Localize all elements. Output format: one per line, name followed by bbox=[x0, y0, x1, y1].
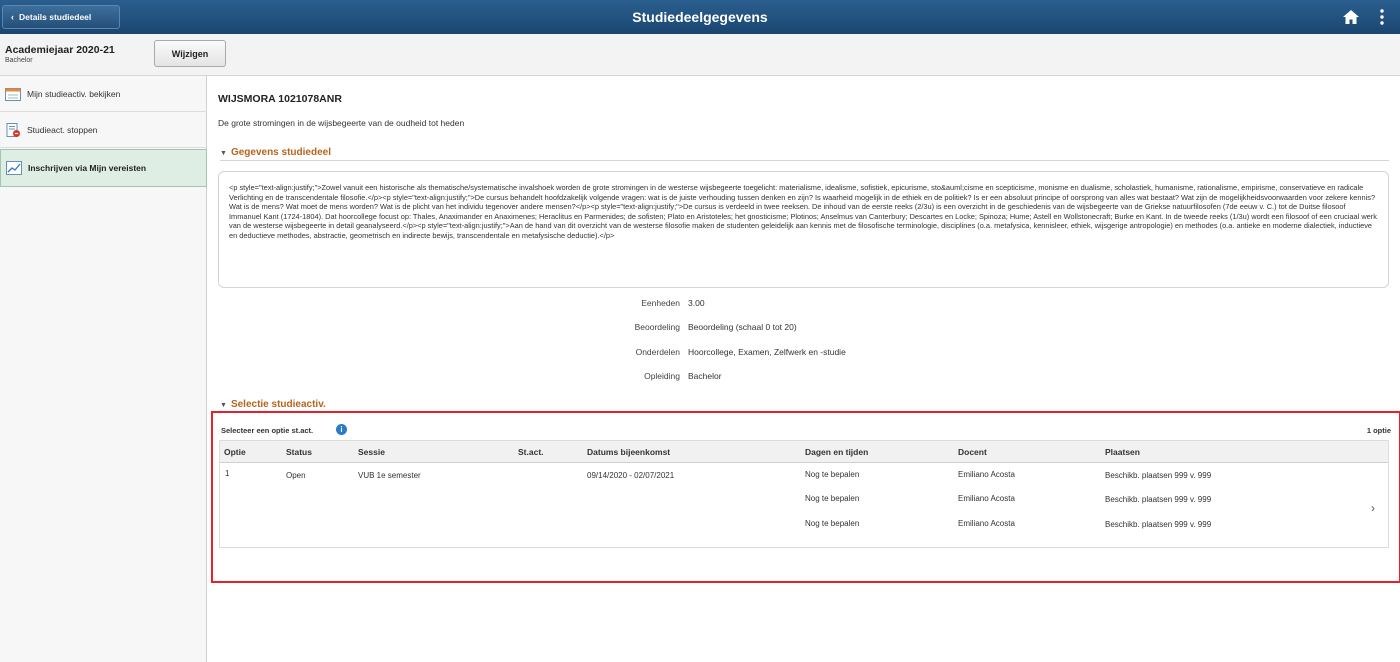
sidebar-item-label: Inschrijven via Mijn vereisten bbox=[28, 163, 147, 173]
cell-seats: Beschikb. plaatsen 999 v. 999 bbox=[1105, 495, 1212, 504]
sidebar-item-label: Mijn studieactiv. bekijken bbox=[27, 88, 121, 99]
grading-label: Beoordeling bbox=[634, 322, 680, 332]
cell-instructor: Emiliano Acosta bbox=[958, 470, 1015, 479]
section-title: Selectie studieactiv. bbox=[230, 399, 326, 410]
section-header-selection[interactable]: ▼ Selectie studieactiv. bbox=[220, 399, 326, 410]
sidebar: Mijn studieactiv. bekijken Studieact. st… bbox=[0, 76, 207, 662]
column-header-activity: St.act. bbox=[518, 447, 544, 457]
grading-value: Beoordeling (schaal 0 tot 20) bbox=[688, 322, 797, 332]
table-header: Optie Status Sessie St.act. Datums bijee… bbox=[220, 441, 1388, 463]
cell-seats: Beschikb. plaatsen 999 v. 999 bbox=[1105, 520, 1212, 529]
change-button[interactable]: Wijzigen bbox=[154, 40, 226, 67]
column-header-instructor: Docent bbox=[958, 447, 987, 457]
cell-instructor: Emiliano Acosta bbox=[958, 519, 1015, 528]
cell-days-times: Nog te bepalen bbox=[805, 494, 860, 503]
kebab-menu-icon[interactable] bbox=[1379, 8, 1385, 26]
cell-option: 1 bbox=[225, 469, 230, 478]
sidebar-item-label: Studieact. stoppen bbox=[27, 124, 98, 135]
sidebar-item-stop-activity[interactable]: Studieact. stoppen bbox=[0, 112, 207, 148]
components-value: Hoorcollege, Examen, Zelfwerk en -studie bbox=[688, 347, 846, 357]
cell-days-times: Nog te bepalen bbox=[805, 519, 860, 528]
top-header: ‹ Details studiedeel Studiedeelgegevens bbox=[0, 0, 1400, 34]
calendar-icon bbox=[5, 87, 21, 101]
cell-dates: 09/14/2020 - 02/07/2021 bbox=[587, 471, 675, 480]
main-content: WIJSMORA 1021078ANR De grote stromingen … bbox=[208, 76, 1400, 662]
cell-status: Open bbox=[286, 471, 306, 480]
column-header-session: Sessie bbox=[358, 447, 385, 457]
course-code: WIJSMORA 1021078ANR bbox=[218, 93, 342, 105]
units-value: 3.00 bbox=[688, 298, 705, 308]
units-label: Eenheden bbox=[641, 298, 680, 308]
cell-session: VUB 1e semester bbox=[358, 471, 421, 480]
cell-instructor: Emiliano Acosta bbox=[958, 494, 1015, 503]
option-count: 1 optie bbox=[1366, 426, 1391, 435]
section-header-details[interactable]: ▼ Gegevens studiedeel bbox=[220, 147, 331, 158]
chart-icon bbox=[6, 161, 22, 175]
info-icon[interactable]: i bbox=[336, 424, 347, 435]
column-header-status: Status bbox=[286, 447, 312, 457]
course-long-description: <p style="text-align:justify;">Zowel van… bbox=[218, 171, 1389, 288]
course-description: De grote stromingen in de wijsbegeerte v… bbox=[218, 118, 465, 128]
cell-seats: Beschikb. plaatsen 999 v. 999 bbox=[1105, 471, 1212, 480]
section-title: Gegevens studiedeel bbox=[230, 147, 331, 158]
activity-selection-panel: Selecteer een optie st.act. i 1 optie Op… bbox=[211, 411, 1400, 583]
section-divider bbox=[220, 160, 1389, 161]
collapse-triangle-icon: ▼ bbox=[220, 402, 227, 409]
sidebar-item-enroll-requirements[interactable]: Inschrijven via Mijn vereisten bbox=[0, 149, 207, 187]
sidebar-item-view-activities[interactable]: Mijn studieactiv. bekijken bbox=[0, 76, 207, 112]
home-icon[interactable] bbox=[1342, 9, 1360, 25]
program-value: Bachelor bbox=[688, 371, 722, 381]
column-header-dates: Datums bijeenkomst bbox=[587, 447, 671, 457]
table-row[interactable]: Optie Status Sessie St.act. Datums bijee… bbox=[219, 440, 1389, 548]
page-title: Studiedeelgegevens bbox=[632, 9, 768, 25]
academic-level: Bachelor bbox=[5, 57, 33, 64]
components-label: Onderdelen bbox=[635, 347, 680, 357]
collapse-triangle-icon: ▼ bbox=[220, 150, 227, 157]
column-header-days-times: Dagen en tijden bbox=[805, 447, 869, 457]
chevron-right-icon[interactable]: › bbox=[1371, 501, 1375, 515]
column-header-option: Optie bbox=[224, 447, 246, 457]
column-header-seats: Plaatsen bbox=[1105, 447, 1140, 457]
program-label: Opleiding bbox=[644, 371, 680, 381]
cell-days-times: Nog te bepalen bbox=[805, 470, 860, 479]
stop-icon bbox=[6, 122, 20, 137]
select-option-label: Selecteer een optie st.act. bbox=[221, 426, 314, 435]
academic-year: Academiejaar 2020-21 bbox=[5, 44, 115, 56]
context-bar: Academiejaar 2020-21 Bachelor Wijzigen bbox=[0, 34, 1400, 76]
